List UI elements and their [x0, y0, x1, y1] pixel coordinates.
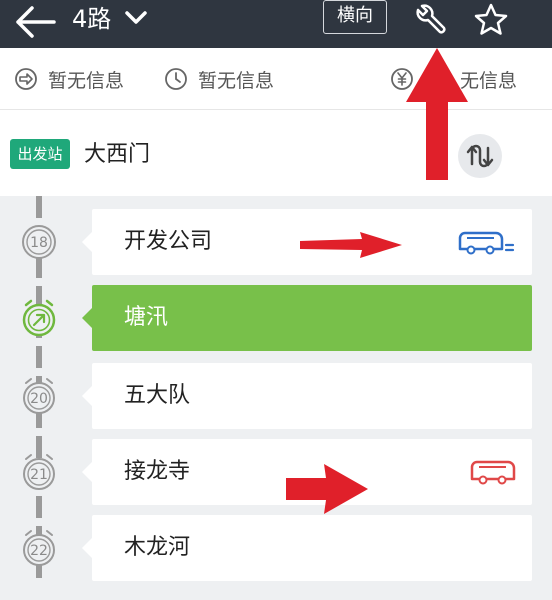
station-number-icon: 21	[23, 454, 55, 490]
annotation-right-arrow-icon	[300, 232, 402, 258]
station-number: 21	[30, 467, 48, 483]
departure-station: 大西门	[84, 142, 151, 167]
station-number: 18	[30, 235, 48, 251]
station-name: 接龙寺	[124, 459, 191, 484]
station-name: 开发公司	[124, 229, 213, 254]
station-name: 木龙河	[124, 535, 191, 560]
station-number: 22	[30, 543, 48, 559]
direction-info-text: 暂无信息	[48, 69, 125, 92]
time-info-text: 暂无信息	[198, 69, 275, 92]
wrench-icon[interactable]	[410, 2, 448, 36]
station-name: 五大队	[124, 383, 191, 408]
station-item[interactable]: 五大队	[82, 363, 532, 429]
station-number-icon: 22	[23, 530, 55, 566]
route-title[interactable]: 4路	[72, 4, 111, 34]
current-station-alarm-icon	[22, 299, 56, 337]
station-number-icon: 20	[23, 378, 55, 414]
station-number-icon: 18	[22, 225, 56, 259]
top-bar: 4路 横向	[0, 0, 552, 48]
bus-arriving-icon	[458, 231, 515, 255]
station-item[interactable]: 木龙河	[82, 515, 532, 581]
bus-departed-icon	[470, 460, 516, 485]
direction-icon	[15, 68, 37, 90]
chevron-down-icon[interactable]	[124, 8, 148, 28]
star-icon[interactable]	[472, 2, 510, 36]
station-name: 塘汛	[124, 305, 169, 330]
clock-icon	[165, 68, 187, 90]
annotation-up-arrow-icon	[406, 48, 468, 180]
station-number: 20	[30, 391, 48, 407]
back-arrow-icon[interactable]	[14, 2, 58, 42]
departure-badge: 出发站	[10, 139, 70, 169]
landscape-button[interactable]: 横向	[323, 0, 387, 34]
station-item-current[interactable]: 塘汛	[82, 285, 532, 351]
annotation-right-arrow-icon	[286, 464, 368, 514]
direction-info: 暂无信息	[14, 64, 124, 94]
time-info: 暂无信息	[164, 64, 274, 94]
